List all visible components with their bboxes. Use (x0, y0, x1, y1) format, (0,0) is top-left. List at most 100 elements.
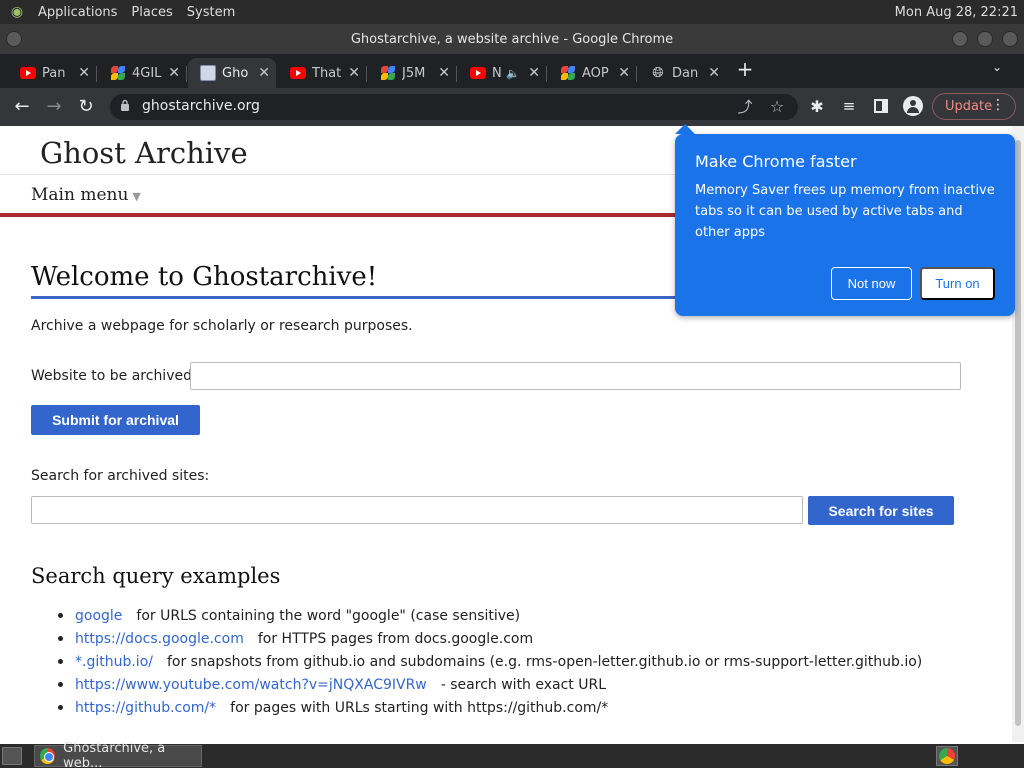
tab-2[interactable]: 4GIL ✕ (98, 58, 187, 88)
example-desc: for HTTPS pages from docs.google.com (257, 630, 534, 647)
submit-for-archival-button[interactable]: Submit for archival (31, 405, 200, 435)
example-link[interactable]: https://github.com/* (75, 700, 216, 716)
main-menu-label: Main menu (31, 185, 129, 205)
top-panel: ◉ Applications Places System Mon Aug 28,… (0, 0, 1024, 24)
popup-body: Memory Saver frees up memory from inacti… (695, 183, 995, 240)
close-tab-icon[interactable]: ✕ (708, 65, 720, 81)
tab-6[interactable]: N 🔈 ✕ (458, 58, 547, 88)
list-item: https://docs.google.com for HTTPS pages … (58, 627, 922, 650)
taskbar-window-chrome[interactable]: Ghostarchive, a web... (34, 741, 202, 768)
pinwheel-icon (380, 65, 396, 81)
close-tab-icon[interactable]: ✕ (618, 65, 630, 81)
back-arrow-icon[interactable]: ← (10, 94, 34, 118)
tab-title: Dan (672, 65, 699, 81)
scrollbar-thumb[interactable] (1015, 140, 1021, 726)
close-tab-icon[interactable]: ✕ (348, 65, 360, 81)
example-desc: - search with exact URL (440, 676, 607, 693)
tab-search-chevron-icon[interactable]: ⌄ (992, 60, 1002, 74)
example-desc: for URLS containing the word "google" (c… (136, 607, 521, 624)
side-panel-icon[interactable] (869, 94, 893, 118)
window-menu-button[interactable] (6, 31, 22, 47)
tab-8[interactable]: 🌐︎ Dan ✕ (638, 58, 726, 88)
show-desktop-icon[interactable] (2, 747, 22, 765)
site-title[interactable]: Ghost Archive (40, 136, 248, 170)
chrome-icon (939, 748, 955, 764)
system-menu[interactable]: System (183, 5, 239, 20)
address-bar[interactable]: ghostarchive.org (110, 94, 798, 120)
youtube-icon (290, 65, 306, 81)
search-label: Search for archived sites: (31, 468, 210, 484)
reading-list-icon[interactable]: ≡ (837, 94, 861, 118)
example-link[interactable]: https://docs.google.com (75, 631, 244, 647)
distro-logo-icon[interactable]: ◉ (6, 1, 28, 23)
kebab-menu-icon[interactable]: ⋮ (991, 97, 1005, 113)
tab-title: 4GIL (132, 65, 162, 81)
tab-title: AOP (582, 65, 609, 81)
window-titlebar: Ghostarchive, a website archive - Google… (0, 24, 1024, 54)
globe-icon: 🌐︎ (652, 65, 664, 81)
update-button[interactable]: Update ⋮ (932, 93, 1016, 120)
not-now-button[interactable]: Not now (831, 267, 912, 300)
list-item: google for URLS containing the word "goo… (58, 604, 922, 627)
chrome-icon (40, 748, 56, 764)
main-menu-dropdown[interactable]: Main menu ▼ (31, 185, 141, 205)
tab-title: Gho (222, 65, 249, 81)
places-menu[interactable]: Places (127, 5, 176, 20)
example-desc: for snapshots from github.io and subdoma… (166, 653, 923, 670)
close-tab-icon[interactable]: ✕ (528, 65, 540, 81)
forward-arrow-icon[interactable]: → (42, 94, 66, 118)
turn-on-button[interactable]: Turn on (920, 267, 995, 300)
list-item: https://github.com/* for pages with URLs… (58, 696, 922, 719)
example-link[interactable]: google (75, 608, 122, 624)
clock[interactable]: Mon Aug 28, 22:21 (895, 5, 1018, 20)
new-tab-plus-icon[interactable]: + (734, 57, 756, 81)
task-title: Ghostarchive, a web... (63, 741, 166, 768)
reload-icon[interactable]: ↻ (74, 94, 98, 118)
lock-icon[interactable] (120, 99, 130, 111)
workspace-switcher[interactable] (936, 746, 958, 766)
close-tab-icon[interactable]: ✕ (438, 65, 450, 81)
pinwheel-icon (110, 65, 126, 81)
update-label: Update (945, 99, 993, 114)
close-window-button[interactable] (1002, 31, 1018, 47)
window-title: Ghostarchive, a website archive - Google… (350, 31, 674, 47)
tab-4[interactable]: That ✕ (278, 58, 367, 88)
search-archived-input[interactable] (31, 496, 803, 524)
pinwheel-icon (560, 65, 576, 81)
extensions-puzzle-icon[interactable]: ✱ (805, 94, 829, 118)
website-url-input[interactable] (190, 362, 961, 390)
tab-3-active[interactable]: Gho ✕ (188, 58, 276, 88)
tab-title: N (492, 65, 502, 81)
tab-title: Pan (42, 65, 66, 81)
bookmark-star-icon[interactable]: ☆ (765, 94, 789, 118)
memory-saver-popup: Make Chrome faster Memory Saver frees up… (675, 124, 1015, 316)
minimize-button[interactable] (952, 31, 968, 47)
caret-down-icon: ▼ (132, 190, 141, 203)
example-link[interactable]: https://www.youtube.com/watch?v=jNQXAC9I… (75, 677, 427, 693)
list-item: https://www.youtube.com/watch?v=jNQXAC9I… (58, 673, 922, 696)
profile-avatar-icon[interactable] (901, 94, 925, 118)
list-item: *.github.io/ for snapshots from github.i… (58, 650, 922, 673)
examples-heading: Search query examples (31, 564, 281, 588)
applications-menu[interactable]: Applications (34, 5, 121, 20)
ghost-archive-icon (200, 65, 216, 81)
tab-7[interactable]: AOP ✕ (548, 58, 637, 88)
youtube-icon (20, 65, 36, 81)
page-heading: Welcome to Ghostarchive! (31, 262, 378, 292)
example-link[interactable]: *.github.io/ (75, 654, 153, 670)
youtube-icon (470, 65, 486, 81)
audio-playing-icon[interactable]: 🔈 (506, 67, 520, 80)
close-tab-icon[interactable]: ✕ (168, 65, 180, 81)
example-desc: for pages with URLs starting with https:… (230, 699, 609, 716)
close-tab-icon[interactable]: ✕ (78, 65, 90, 81)
tab-1[interactable]: Pan ✕ (8, 58, 97, 88)
popup-title: Make Chrome faster (695, 152, 857, 171)
search-for-sites-button[interactable]: Search for sites (808, 496, 954, 525)
close-tab-icon[interactable]: ✕ (258, 65, 270, 81)
maximize-button[interactable] (977, 31, 993, 47)
tab-5[interactable]: J5M ✕ (368, 58, 457, 88)
bottom-taskbar: Ghostarchive, a web... (0, 741, 1024, 768)
share-icon[interactable]: ⤴ (733, 94, 757, 118)
url-text[interactable]: ghostarchive.org (142, 98, 260, 114)
website-label: Website to be archived: (31, 368, 197, 384)
